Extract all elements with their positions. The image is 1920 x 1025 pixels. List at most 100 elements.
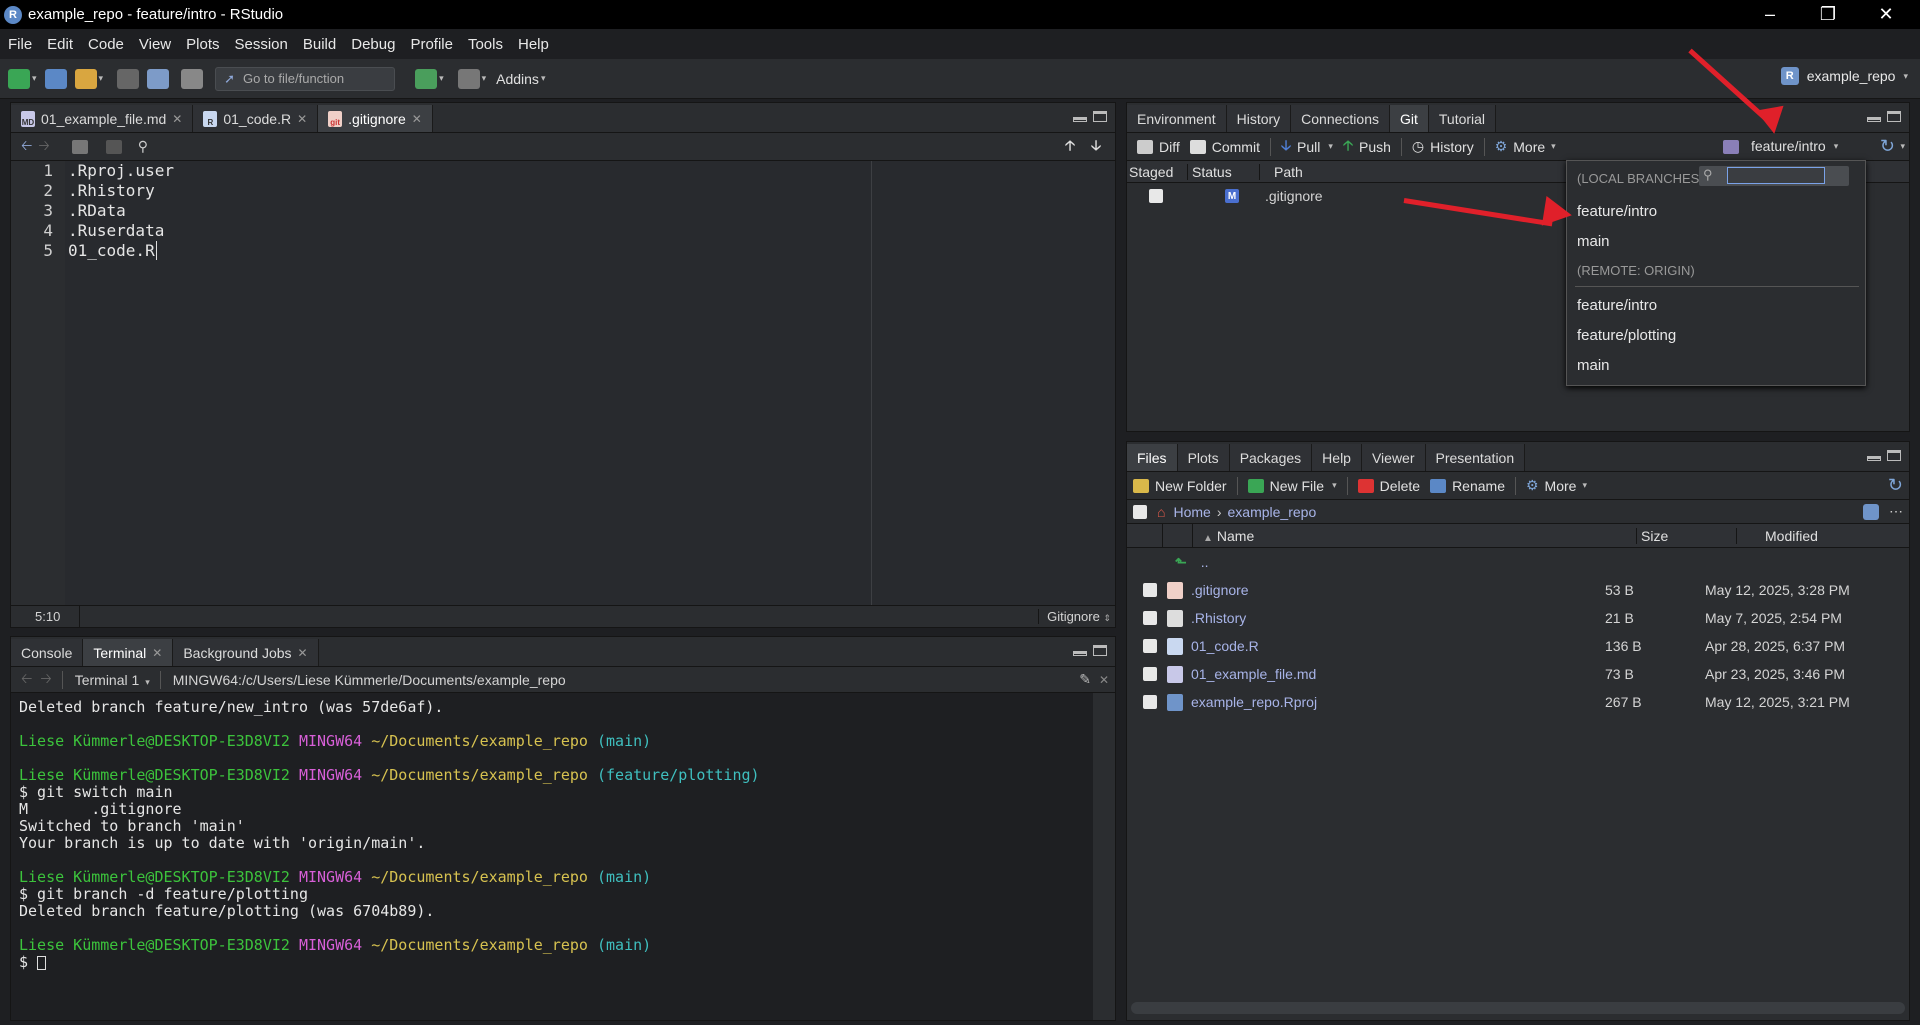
history-button[interactable]: ◷ History — [1412, 138, 1474, 155]
close-tab-icon[interactable]: ✕ — [412, 112, 422, 126]
tab-console[interactable]: Console — [11, 639, 84, 666]
rename-button[interactable]: Rename — [1430, 478, 1505, 494]
refresh-icon[interactable]: ↻ — [1880, 136, 1895, 157]
rproj-icon[interactable] — [1863, 503, 1879, 520]
new-branch-icon[interactable] — [1723, 140, 1739, 154]
header-staged[interactable]: Staged — [1129, 164, 1187, 180]
branch-item-remote-main[interactable]: main — [1577, 357, 1610, 374]
tab-packages[interactable]: Packages — [1229, 444, 1313, 471]
branch-search-input[interactable]: ⚲ — [1699, 166, 1849, 186]
chevron-down-icon[interactable]: ▾ — [99, 73, 104, 84]
show-in-window-icon[interactable] — [71, 139, 88, 154]
chevron-down-icon[interactable]: ▾ — [1328, 141, 1333, 152]
branch-item-local-feature-intro[interactable]: feature/intro — [1577, 203, 1657, 220]
file-type-select[interactable]: Gitignore ⇕ — [1038, 609, 1111, 624]
branch-item-local-main[interactable]: main — [1577, 233, 1610, 250]
breadcrumb-home[interactable]: Home — [1173, 504, 1210, 520]
tab-plots[interactable]: Plots — [1177, 444, 1230, 471]
files-more-button[interactable]: ⚙ More ▾ — [1526, 477, 1587, 494]
file-checkbox[interactable] — [1143, 583, 1157, 597]
chevron-down-icon[interactable]: ▾ — [1900, 141, 1905, 152]
project-menu[interactable]: R example_repo ▾ — [1780, 67, 1908, 85]
minimize-pane-icon[interactable] — [1073, 117, 1087, 122]
arrow-down-icon[interactable]: 🡣 — [1091, 135, 1101, 159]
refresh-icon[interactable]: ↻ — [1888, 475, 1903, 496]
tab-viewer[interactable]: Viewer — [1361, 444, 1426, 471]
branch-item-remote-feature-plotting[interactable]: feature/plotting — [1577, 327, 1676, 344]
file-checkbox[interactable] — [1143, 667, 1157, 681]
commit-button[interactable]: Commit — [1189, 139, 1260, 155]
forward-icon[interactable]: 🡢 — [38, 135, 49, 159]
arrow-up-icon[interactable]: 🡡 — [1065, 135, 1075, 159]
tab-connections[interactable]: Connections — [1291, 105, 1390, 132]
file-name-link[interactable]: 01_example_file.md — [1191, 666, 1603, 682]
menu-file[interactable]: File — [8, 36, 32, 53]
tab-history[interactable]: History — [1226, 105, 1292, 132]
branch-select[interactable]: feature/intro ▾ — [1751, 138, 1838, 154]
header-size[interactable]: Size — [1637, 527, 1737, 544]
tab-presentation[interactable]: Presentation — [1425, 444, 1526, 471]
open-file-icon[interactable] — [74, 68, 97, 89]
branch-item-remote-feature-intro[interactable]: feature/intro — [1577, 297, 1657, 314]
git-commit-icon[interactable] — [415, 68, 438, 89]
save-all-icon[interactable] — [147, 68, 170, 89]
new-file-icon[interactable] — [8, 68, 30, 89]
save-icon[interactable] — [105, 139, 122, 154]
menu-profile[interactable]: Profile — [410, 36, 453, 53]
minimize-pane-icon[interactable] — [1867, 456, 1881, 461]
search-field-focus[interactable] — [1727, 167, 1825, 184]
new-project-icon[interactable] — [44, 68, 67, 89]
tab-background-jobs[interactable]: Background Jobs ✕ — [173, 639, 319, 666]
pull-button[interactable]: 🡣 Pull ▾ — [1281, 135, 1333, 159]
more-button[interactable]: ⚙ More ▾ — [1495, 138, 1556, 155]
close-tab-icon[interactable]: ✕ — [298, 646, 308, 660]
file-name-link[interactable]: example_repo.Rproj — [1191, 694, 1603, 710]
staged-checkbox[interactable] — [1149, 189, 1163, 203]
chevron-down-icon[interactable]: ▾ — [32, 73, 37, 84]
header-name[interactable]: ▲ Name — [1193, 527, 1637, 544]
menu-plots[interactable]: Plots — [186, 36, 219, 53]
search-icon[interactable]: ⚲ — [138, 138, 148, 155]
terminal-select[interactable]: Terminal 1 ▾ — [75, 672, 150, 688]
push-button[interactable]: 🡡 Push — [1343, 135, 1391, 159]
file-checkbox[interactable] — [1143, 611, 1157, 625]
more-icon[interactable]: ⋯ — [1889, 503, 1903, 520]
diff-button[interactable]: Diff — [1137, 139, 1180, 155]
grid-layout-icon[interactable] — [457, 68, 480, 89]
addins-menu[interactable]: Addins — [496, 71, 539, 87]
table-row[interactable]: example_repo.Rproj 267 B May 12, 2025, 3:2… — [1127, 688, 1909, 716]
file-name-link[interactable]: .gitignore — [1191, 582, 1603, 598]
maximize-pane-icon[interactable] — [1887, 450, 1901, 461]
menu-debug[interactable]: Debug — [351, 36, 395, 53]
print-icon[interactable] — [181, 68, 204, 89]
terminal-scrollbar[interactable] — [1093, 693, 1115, 1020]
restore-icon[interactable]: ❐ — [1799, 0, 1857, 29]
clear-terminal-icon[interactable]: ✎ — [1079, 671, 1091, 688]
maximize-pane-icon[interactable] — [1887, 111, 1901, 122]
forward-icon[interactable]: 🡢 — [40, 668, 51, 692]
tab-help[interactable]: Help — [1312, 444, 1362, 471]
tab-01-code-r[interactable]: R 01_code.R ✕ — [193, 105, 319, 132]
header-path[interactable]: Path — [1259, 163, 1303, 180]
menu-edit[interactable]: Edit — [47, 36, 73, 53]
menu-tools[interactable]: Tools — [468, 36, 503, 53]
minimize-icon[interactable]: – — [1741, 0, 1799, 29]
close-tab-icon[interactable]: ✕ — [172, 112, 182, 126]
breadcrumb-folder[interactable]: example_repo — [1228, 504, 1317, 520]
tab-terminal[interactable]: Terminal ✕ — [83, 639, 174, 666]
menu-view[interactable]: View — [139, 36, 171, 53]
menu-help[interactable]: Help — [518, 36, 549, 53]
tab-files[interactable]: Files — [1127, 444, 1178, 471]
select-all-checkbox[interactable] — [1133, 504, 1147, 519]
table-row[interactable]: 01_code.R 136 B Apr 28, 2025, 6:37 PM — [1127, 632, 1909, 660]
parent-folder-link[interactable]: .. — [1201, 554, 1209, 570]
close-tab-icon[interactable]: ✕ — [152, 646, 162, 660]
minimize-pane-icon[interactable] — [1867, 117, 1881, 122]
tab-gitignore[interactable]: git .gitignore ✕ — [318, 105, 433, 132]
maximize-pane-icon[interactable] — [1093, 645, 1107, 656]
chevron-down-icon[interactable]: ▾ — [439, 73, 444, 84]
new-folder-button[interactable]: New Folder — [1133, 478, 1227, 494]
tab-git[interactable]: Git — [1389, 105, 1429, 132]
table-row[interactable]: .Rhistory 21 B May 7, 2025, 2:54 PM — [1127, 604, 1909, 632]
minimize-pane-icon[interactable] — [1073, 651, 1087, 656]
